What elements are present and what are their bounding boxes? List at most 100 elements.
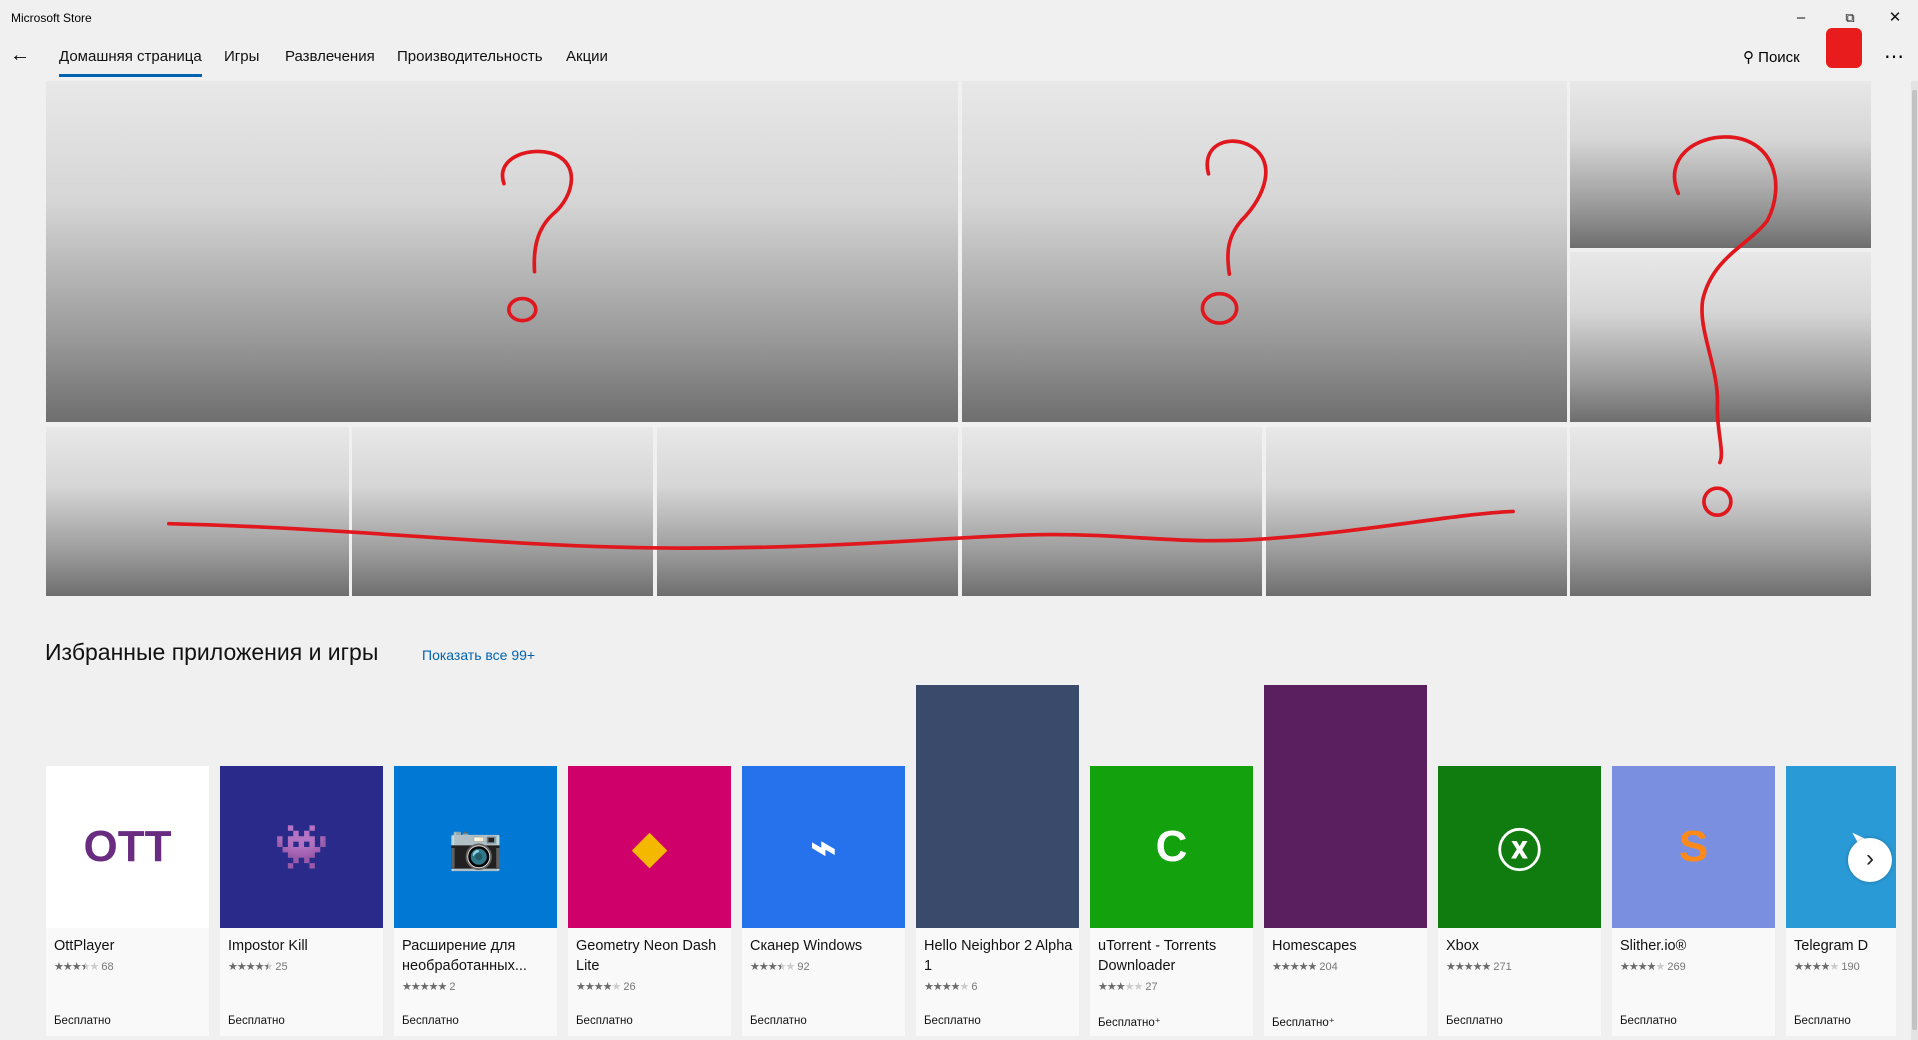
top-nav: ← Домашняя страница Игры Развлечения Про… bbox=[0, 38, 1918, 78]
hero-tile-right-1[interactable] bbox=[1570, 81, 1871, 248]
star-rating: ★★★★★★★★★★ bbox=[1446, 961, 1491, 973]
hero-tile-large-2[interactable] bbox=[962, 81, 1567, 422]
tab-entertainment[interactable]: Развлечения bbox=[285, 48, 375, 65]
app-price: Бесплатно bbox=[1620, 1015, 1677, 1027]
tab-home[interactable]: Домашняя страница bbox=[59, 48, 202, 77]
minimize-icon[interactable]: – bbox=[1786, 6, 1816, 30]
app-price: Бесплатно bbox=[924, 1015, 981, 1027]
star-rating: ★★★★★★★★★★ bbox=[1272, 961, 1317, 973]
app-name: Hello Neighbor 2 Alpha 1 bbox=[924, 938, 1073, 974]
app-card[interactable]: 📷 Расширение для необработанных... ★★★★★… bbox=[394, 766, 557, 1036]
app-price: Бесплатно bbox=[1446, 1015, 1503, 1027]
app-name: Сканер Windows bbox=[750, 938, 863, 954]
star-rating: ★★★★★★★★★★ bbox=[750, 961, 795, 973]
star-rating: ★★★★★★★★★★ bbox=[402, 981, 447, 993]
app-price: Бесплатно bbox=[402, 1015, 459, 1027]
app-name: Slither.io® bbox=[1620, 938, 1687, 954]
restore-icon[interactable]: ⧉ bbox=[1835, 6, 1865, 30]
back-arrow-icon[interactable]: ← bbox=[10, 44, 30, 67]
app-icon bbox=[1264, 685, 1427, 928]
app-name: Расширение для необработанных... bbox=[402, 938, 527, 974]
app-title: Microsoft Store bbox=[11, 11, 92, 25]
search-label: Поиск bbox=[1758, 49, 1800, 66]
star-rating: ★★★★★★★★★★ bbox=[1098, 981, 1143, 993]
app-icon: ⓧ bbox=[1438, 766, 1601, 928]
app-card[interactable]: Hello Neighbor 2 Alpha 1 ★★★★★★★★★★ 6 Бе… bbox=[916, 685, 1079, 1036]
app-icon: OTT bbox=[46, 766, 209, 928]
more-icon[interactable]: ⋯ bbox=[1884, 44, 1905, 69]
hero-tile-small-3[interactable] bbox=[657, 427, 958, 596]
rating-count: 25 bbox=[275, 961, 288, 973]
rating-count: 2 bbox=[449, 981, 456, 993]
app-card[interactable]: 👾 Impostor Kill ★★★★★★★★★★ 25 Бесплатно bbox=[220, 766, 383, 1036]
hero-tile-right-2[interactable] bbox=[1570, 252, 1871, 422]
search-button[interactable]: ⚲ Поиск bbox=[1743, 48, 1800, 66]
app-price: Бесплатно bbox=[750, 1015, 807, 1027]
tab-deals[interactable]: Акции bbox=[566, 48, 608, 65]
app-icon: ◆ bbox=[568, 766, 731, 928]
hero-tile-small-2[interactable] bbox=[352, 427, 653, 596]
title-bar: Microsoft Store – ⧉ ✕ bbox=[0, 0, 1918, 36]
app-rating: ★★★★★★★★★★ 92 bbox=[750, 960, 810, 973]
app-price: Бесплатно bbox=[228, 1015, 285, 1027]
rating-count: 269 bbox=[1667, 961, 1686, 973]
app-name: Geometry Neon Dash Lite bbox=[576, 938, 717, 974]
app-rating: ★★★★★ ★★★★★ 271 bbox=[1446, 960, 1512, 973]
star-rating: ★★★★★★★★★★ bbox=[924, 981, 969, 993]
app-price: Бесплатно bbox=[576, 1015, 633, 1027]
app-rating: ★★★★★★★★★★ 27 bbox=[1098, 980, 1158, 993]
rating-count: 68 bbox=[101, 961, 114, 973]
hero-tile-small-5[interactable] bbox=[1266, 427, 1567, 596]
rating-count: 26 bbox=[623, 981, 636, 993]
section-title: Избранные приложения и игры bbox=[45, 639, 379, 665]
star-rating: ★★★★★★★★★★ bbox=[1794, 961, 1839, 973]
chevron-right-icon: › bbox=[1866, 845, 1874, 872]
app-rating: ★★★★★ ★★★★★ 2 bbox=[402, 980, 456, 993]
app-card[interactable]: S Slither.io® ★★★★★★★★★★ 269 Бесплатно bbox=[1612, 766, 1775, 1036]
app-price: Бесплатно bbox=[1794, 1015, 1851, 1027]
hero-tile-large-1[interactable] bbox=[46, 81, 958, 422]
app-rating: ★★★★★ ★★★★★ 204 bbox=[1272, 960, 1338, 973]
app-card[interactable]: C uTorrent - Torrents Downloader ★★★★★ ★★… bbox=[1090, 766, 1253, 1036]
hero-tile-small-1[interactable] bbox=[46, 427, 349, 596]
rating-count: 190 bbox=[1841, 961, 1860, 973]
app-card[interactable]: ◆ Geometry Neon Dash Lite ★★★★★★★★★★ 26 … bbox=[568, 766, 731, 1036]
search-icon: ⚲ bbox=[1743, 49, 1754, 66]
app-rating: ★★★★★★★★★★ 6 bbox=[924, 980, 978, 993]
app-rating: ★★★★★★★★★★ 269 bbox=[1620, 960, 1686, 973]
app-name: Telegram D bbox=[1794, 938, 1869, 954]
app-name: uTorrent - Torrents Downloader bbox=[1098, 938, 1217, 974]
app-price: Бесплатно bbox=[54, 1015, 111, 1027]
rating-count: 271 bbox=[1493, 961, 1512, 973]
tab-productivity[interactable]: Производительность bbox=[397, 48, 543, 65]
close-icon[interactable]: ✕ bbox=[1880, 6, 1910, 30]
rating-count: 204 bbox=[1319, 961, 1338, 973]
app-name: Xbox bbox=[1446, 938, 1480, 954]
hero-tile-small-4[interactable] bbox=[962, 427, 1262, 596]
app-name: Homescapes bbox=[1272, 938, 1357, 954]
tab-games[interactable]: Игры bbox=[224, 48, 259, 65]
app-card[interactable]: ⓧ Xbox ★★★★★ ★★★★★ 271 Бесплатно bbox=[1438, 766, 1601, 1036]
app-price: Бесплатно⁺ bbox=[1098, 1017, 1161, 1029]
star-rating: ★★★★★★★★★★ bbox=[228, 961, 273, 973]
rating-count: 6 bbox=[971, 981, 978, 993]
scrollbar-thumb[interactable] bbox=[1912, 90, 1917, 1030]
carousel-next-button[interactable]: › bbox=[1848, 838, 1892, 882]
app-rating: ★★★★★★★★★★ 68 bbox=[54, 960, 114, 973]
app-rating: ★★★★★★★★★★ 190 bbox=[1794, 960, 1860, 973]
app-icon: S bbox=[1612, 766, 1775, 928]
app-card[interactable]: ➤ Telegram D ★★★★★★★★★★ 190 Бесплатно bbox=[1786, 766, 1896, 1036]
app-card[interactable]: OTT OttPlayer ★★★★★★★★★★ 68 Бесплатно bbox=[46, 766, 209, 1036]
app-name: Impostor Kill bbox=[228, 938, 308, 954]
app-rating: ★★★★★★★★★★ 26 bbox=[576, 980, 636, 993]
app-price: Бесплатно⁺ bbox=[1272, 1017, 1335, 1029]
app-name: OttPlayer bbox=[54, 938, 115, 954]
app-card[interactable]: ⌁ Сканер Windows ★★★★★★★★★★ 92 Бесплатно bbox=[742, 766, 905, 1036]
avatar[interactable] bbox=[1826, 28, 1862, 68]
app-card[interactable]: Homescapes ★★★★★ ★★★★★ 204 Бесплатно⁺ bbox=[1264, 685, 1427, 1036]
show-all-link[interactable]: Показать все 99+ bbox=[422, 647, 535, 663]
hero-tile-small-6[interactable] bbox=[1570, 427, 1871, 596]
star-rating: ★★★★★★★★★★ bbox=[54, 961, 99, 973]
app-icon: ⌁ bbox=[742, 766, 905, 928]
app-icon bbox=[916, 685, 1079, 928]
